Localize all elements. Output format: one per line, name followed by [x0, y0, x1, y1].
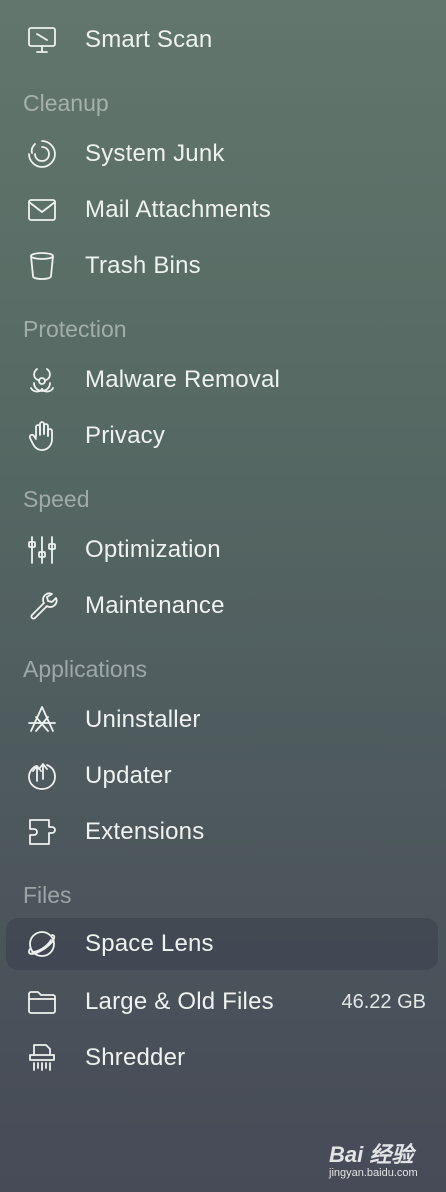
sidebar-item-label: Optimization: [85, 536, 221, 563]
sidebar-item-mail-attachments[interactable]: Mail Attachments: [6, 184, 438, 236]
sidebar-item-label: Malware Removal: [85, 366, 281, 393]
sidebar-item-label: Space Lens: [85, 930, 214, 957]
envelope-icon: [22, 190, 62, 230]
sidebar-item-smart-scan[interactable]: Smart Scan: [6, 14, 438, 66]
sidebar-item-malware-removal[interactable]: Malware Removal: [6, 354, 438, 406]
sidebar-item-label: Mail Attachments: [85, 196, 271, 223]
sidebar-item-optimization[interactable]: Optimization: [6, 524, 438, 576]
sidebar-item-space-lens[interactable]: Space Lens: [6, 918, 438, 970]
sidebar-item-label: Trash Bins: [85, 252, 201, 279]
planet-icon: [22, 924, 62, 964]
watermark-logo: Bai 经验: [329, 1142, 414, 1167]
sidebar-item-label: Uninstaller: [85, 706, 201, 733]
sidebar-item-trash-bins[interactable]: Trash Bins: [6, 240, 438, 292]
sidebar-item-label: Updater: [85, 762, 172, 789]
sidebar-item-shredder[interactable]: Shredder: [6, 1032, 438, 1084]
biohazard-icon: [22, 360, 62, 400]
sidebar-item-extensions[interactable]: Extensions: [6, 806, 438, 858]
uninstaller-icon: [22, 700, 62, 740]
sidebar-item-label: Privacy: [85, 422, 166, 449]
section-header-cleanup: Cleanup: [23, 90, 109, 116]
wrench-icon: [22, 586, 62, 626]
sidebar-item-system-junk[interactable]: System Junk: [6, 128, 438, 180]
sliders-icon: [22, 530, 62, 570]
hand-icon: [22, 416, 62, 456]
section-header-applications: Applications: [23, 656, 148, 682]
sidebar-item-updater[interactable]: Updater: [6, 750, 438, 802]
sidebar-item-maintenance[interactable]: Maintenance: [6, 580, 438, 632]
section-header-files: Files: [23, 882, 72, 908]
sidebar-item-label: Smart Scan: [85, 26, 213, 53]
sidebar-item-uninstaller[interactable]: Uninstaller: [6, 694, 438, 746]
shredder-icon: [22, 1038, 62, 1078]
watermark-url: jingyan.baidu.com: [329, 1167, 418, 1179]
sidebar-item-label: Large & Old Files: [85, 988, 274, 1015]
system-junk-icon: [22, 134, 62, 174]
sidebar-item-large-old-files[interactable]: Large & Old Files 46.22 GB: [6, 976, 438, 1028]
puzzle-icon: [22, 812, 62, 852]
trash-bin-icon: [22, 246, 62, 286]
section-header-protection: Protection: [23, 316, 127, 342]
updater-icon: [22, 756, 62, 796]
sidebar-item-privacy[interactable]: Privacy: [6, 410, 438, 462]
folder-icon: [22, 982, 62, 1022]
file-size-value: 46.22 GB: [341, 990, 426, 1013]
monitor-icon: [22, 20, 62, 60]
sidebar: Smart Scan Cleanup System Junk Mail Atta…: [0, 0, 446, 1192]
sidebar-item-label: Maintenance: [85, 592, 225, 619]
baidu-watermark: Bai 经验 jingyan.baidu.com: [325, 1137, 440, 1187]
sidebar-item-label: Extensions: [85, 818, 205, 845]
sidebar-item-label: System Junk: [85, 140, 225, 167]
sidebar-item-label: Shredder: [85, 1044, 186, 1071]
section-header-speed: Speed: [23, 486, 90, 512]
